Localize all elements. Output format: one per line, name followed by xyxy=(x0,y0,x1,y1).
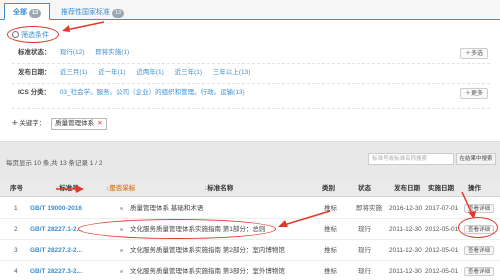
standard-name: 文化服务质量管理体系实施指南 第3部分：室外博物馆 xyxy=(130,268,285,275)
filter-option[interactable]: 近三年(1) xyxy=(175,67,202,79)
col-header: 发布日期 xyxy=(394,185,420,192)
filter-option[interactable]: 近一年(1) xyxy=(98,67,125,79)
divider xyxy=(12,83,490,84)
filter-option[interactable]: 现行(12) xyxy=(60,47,85,59)
tab-bar: 全部 13 推荐性国家标准 13 xyxy=(0,0,500,20)
annotation-arrow xyxy=(62,21,105,32)
standard-name: 文化服务质量管理体系实施指南 第2部分：室内博物馆 xyxy=(130,247,285,254)
col-header-text: 是否采标 xyxy=(109,185,136,192)
standard-number-link[interactable]: GB/T 28227.1-2... xyxy=(30,219,82,240)
row-index: 3 xyxy=(14,247,18,254)
filter-option[interactable]: 近三月(1) xyxy=(60,67,87,79)
filter-option[interactable]: 即将实施(1) xyxy=(95,47,129,59)
publish-date: 2011-12-30 xyxy=(389,226,422,233)
filter-option[interactable]: 03_社会学。服务。公司（企业）的组织和管理。行政。运输(13) xyxy=(60,87,245,99)
col-header-text: 标准名称 xyxy=(207,185,234,192)
chevron-icon: ✚ xyxy=(12,120,18,127)
view-detail-button[interactable]: 查看详细 xyxy=(464,246,495,255)
row-index: 1 xyxy=(14,205,18,212)
keyword-label: 关键字： xyxy=(19,120,46,127)
close-icon[interactable]: ✕ xyxy=(97,120,102,127)
tab-all-label: 全部 xyxy=(13,9,27,16)
filter-label: 标准状态： xyxy=(18,49,51,56)
tab-recommended-label: 推荐性国家标准 xyxy=(61,9,110,16)
row-index: 4 xyxy=(14,268,18,275)
implement-date: 2012-05-01 xyxy=(425,247,459,254)
col-header: 类别 xyxy=(322,185,335,192)
filter-row-status: 标准状态： 现行(12) 即将实施(1) xyxy=(18,47,138,59)
adopt-indicator xyxy=(120,249,123,252)
table-row: 4 GB/T 28227.3-2... 文化服务质量管理体系实施指南 第3部分：… xyxy=(0,261,500,280)
row-index: 2 xyxy=(14,226,18,233)
filter-option[interactable]: 近两年(1) xyxy=(136,67,163,79)
col-header: ↕是否采标 xyxy=(106,180,135,197)
standard-number-link[interactable]: GB/T 28227.3-2... xyxy=(30,261,82,280)
standard-number-link[interactable]: GB/T 19000-2016 xyxy=(30,198,82,219)
standard-name: 质量管理体系 基础和术语 xyxy=(130,205,204,212)
more-label: 更多 xyxy=(470,91,483,97)
annotation-arrow xyxy=(278,210,331,227)
more-button[interactable]: ＋更多 xyxy=(459,88,488,99)
annotation-arrow xyxy=(56,185,84,193)
divider xyxy=(12,108,490,109)
publish-date: 2011-12-30 xyxy=(389,268,422,275)
table-row: 1 GB/T 19000-2016 质量管理体系 基础和术语 推标 即将实施 2… xyxy=(0,198,500,219)
tab-recommended-national[interactable]: 推荐性国家标准 13 xyxy=(52,3,133,20)
col-header: ↕标准名称 xyxy=(204,180,233,197)
pager-info: 每页显示 10 条,共 13 条记录 1 / 2 xyxy=(6,160,103,167)
implement-date: 2012-05-01 xyxy=(425,226,459,233)
status: 现行 xyxy=(358,268,371,275)
standard-number-link[interactable]: GB/T 28227.2-2... xyxy=(30,240,82,261)
tab-recommended-count: 13 xyxy=(112,9,125,18)
category: 推标 xyxy=(324,268,337,275)
filter-label: 发布日期： xyxy=(18,69,51,76)
multi-select-label: 多选 xyxy=(470,51,483,57)
filter-row-date: 发布日期： 近三月(1) 近一年(1) 近两年(1) 近三年(1) 三年以上(1… xyxy=(18,67,259,79)
view-detail-button[interactable]: 查看详细 xyxy=(464,267,495,276)
annotation-ring xyxy=(78,219,276,239)
keyword-row: ✚ 关键字： 质量管理体系 ✕ xyxy=(12,118,107,130)
result-search-input[interactable]: 标准号或标准名称搜索 xyxy=(368,153,454,165)
col-header: 序号 xyxy=(10,185,23,192)
filter-option[interactable]: 三年以上(13) xyxy=(213,67,251,79)
col-header: 状态 xyxy=(358,185,371,192)
adopt-indicator xyxy=(120,270,123,273)
publish-date: 2016-12-30 xyxy=(389,205,423,212)
status: 现行 xyxy=(358,247,371,254)
adopt-indicator xyxy=(120,207,123,210)
filter-label: ICS 分类： xyxy=(18,89,51,96)
tab-all-count: 13 xyxy=(29,9,42,18)
divider xyxy=(12,63,490,64)
table-row: 3 GB/T 28227.2-2... 文化服务质量管理体系实施指南 第2部分：… xyxy=(0,240,500,261)
status: 现行 xyxy=(358,226,371,233)
keyword-tag[interactable]: 质量管理体系 ✕ xyxy=(51,118,107,130)
multi-select-button[interactable]: ＋多选 xyxy=(459,48,488,59)
annotation-ring xyxy=(458,217,498,238)
keyword-tag-text: 质量管理体系 xyxy=(55,120,95,127)
col-header: 实施日期 xyxy=(428,185,454,192)
filter-row-ics: ICS 分类： 03_社会学。服务。公司（企业）的组织和管理。行政。运输(13) xyxy=(18,87,254,99)
implement-date: 2012-05-01 xyxy=(425,268,459,275)
publish-date: 2011-12-30 xyxy=(389,247,422,254)
annotation-arrow xyxy=(461,191,476,219)
annotation-ring xyxy=(7,26,59,43)
status: 即将实施 xyxy=(356,205,382,212)
tab-all[interactable]: 全部 13 xyxy=(4,3,51,20)
category: 推标 xyxy=(324,247,337,254)
search-in-results-button[interactable]: 在结果中搜索 xyxy=(456,153,496,165)
